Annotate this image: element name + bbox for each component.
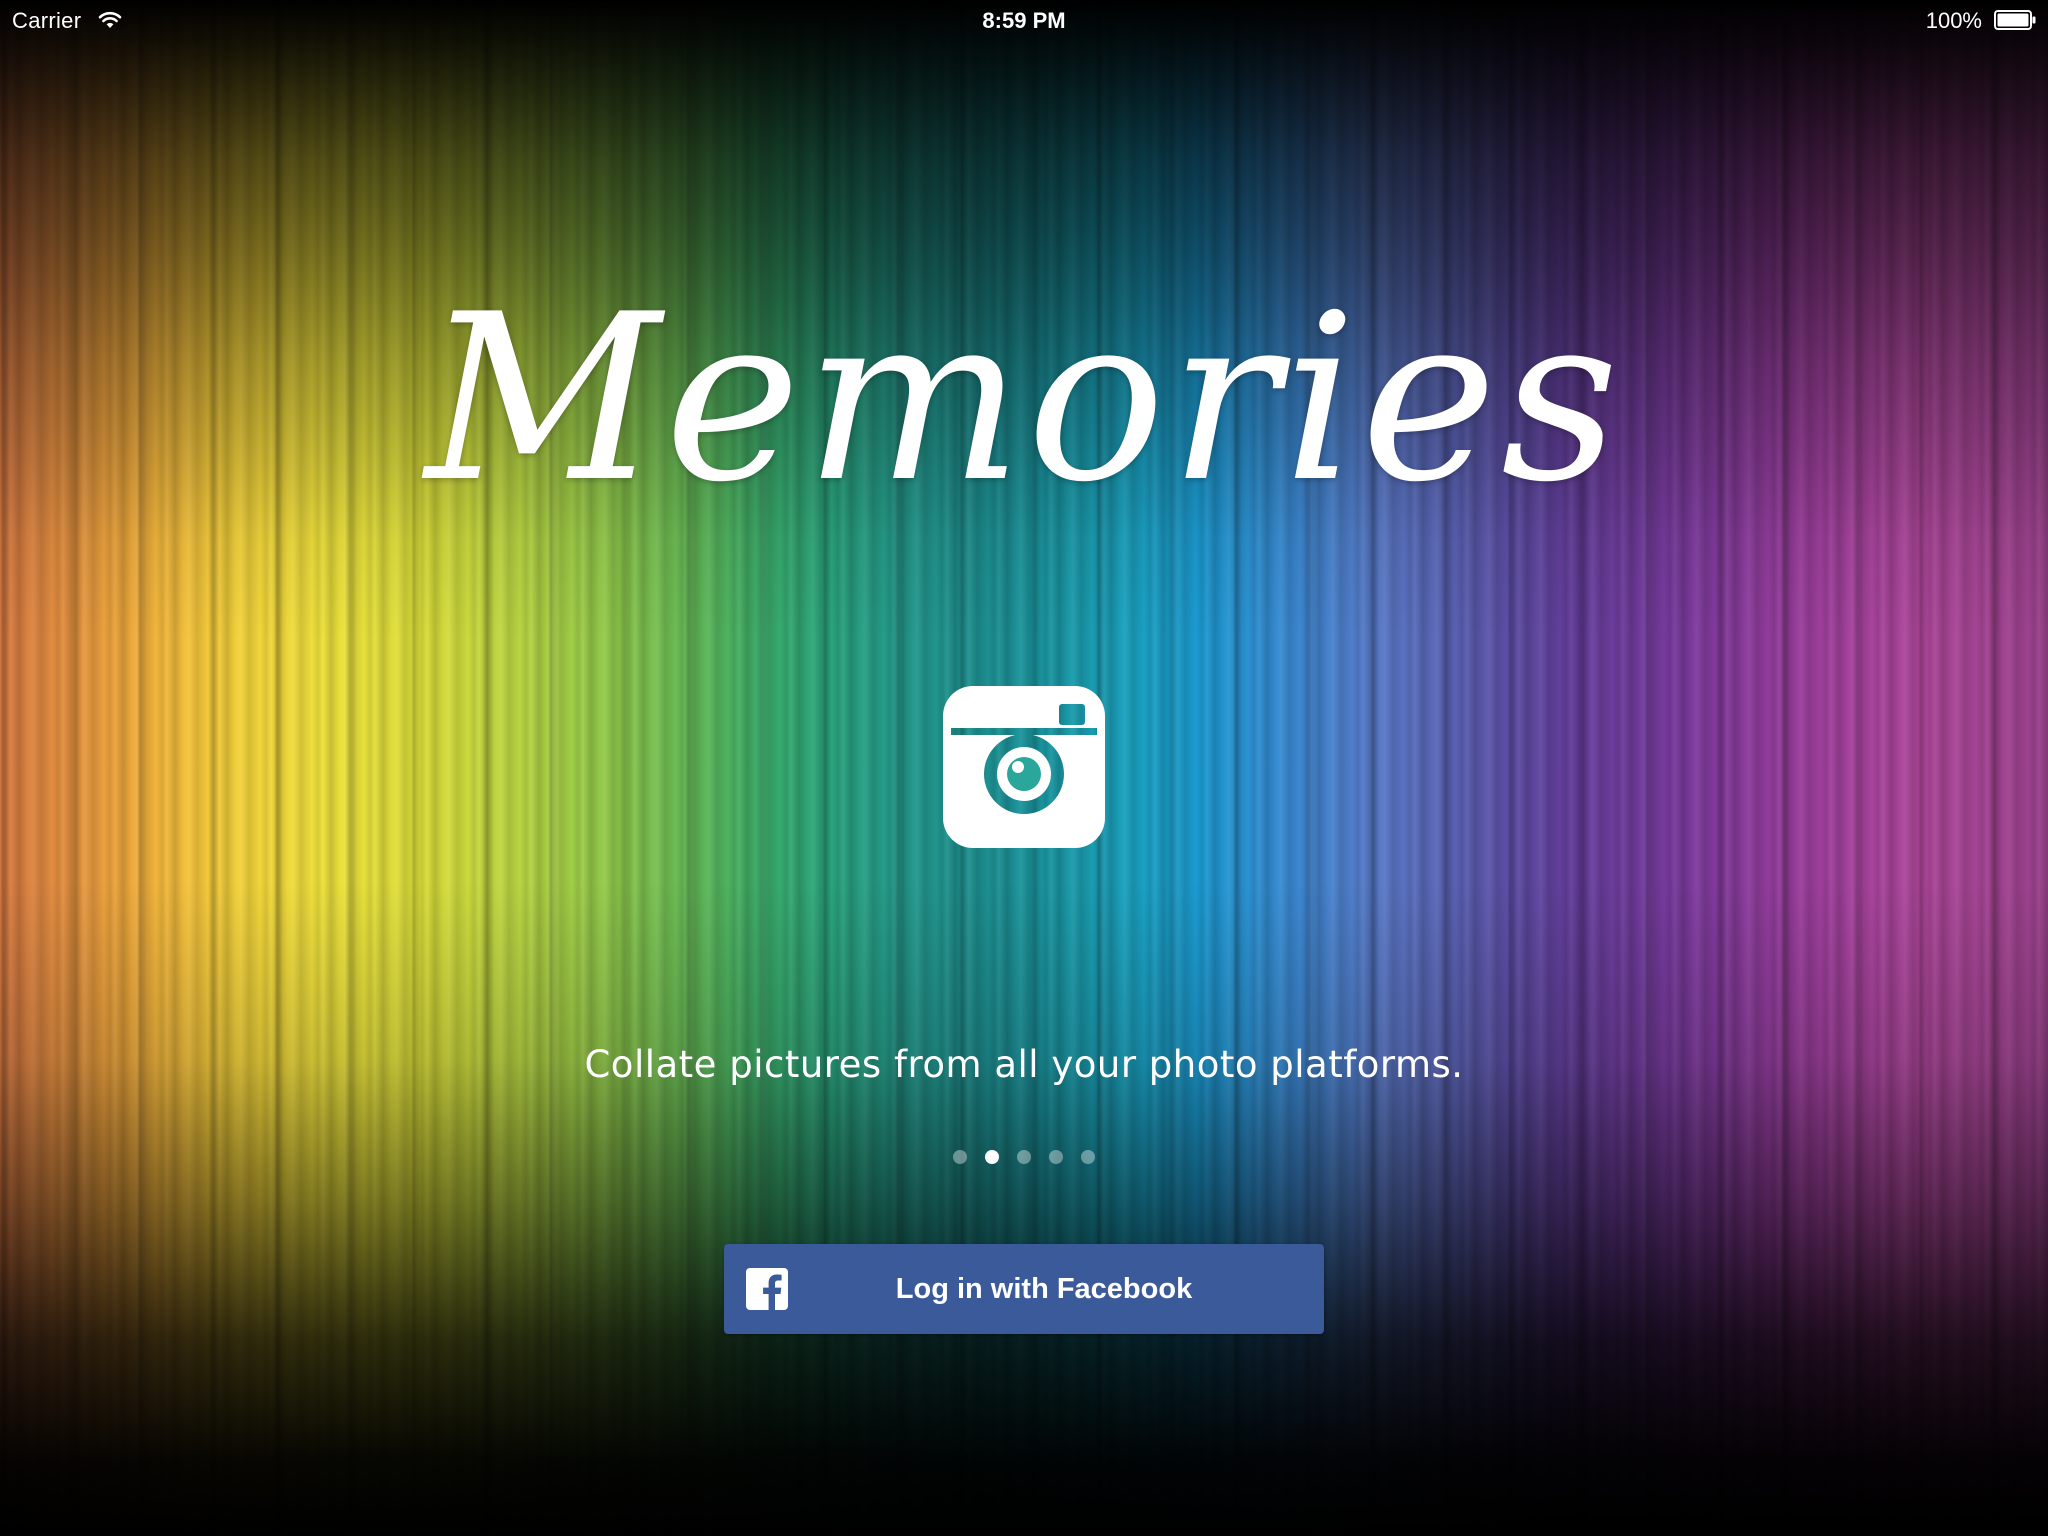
page-dot[interactable] [1081,1150,1095,1164]
camera-icon [943,686,1105,848]
status-bar: Carrier 8:59 PM 100% [0,0,2048,40]
page-dot[interactable] [953,1150,967,1164]
battery-icon [1994,10,2036,30]
app-title: Memories [425,266,1623,533]
onboarding-screen: Carrier 8:59 PM 100% Memories Collate pi… [0,0,2048,1536]
page-control[interactable] [0,1150,2048,1166]
facebook-login-label: Log in with Facebook [895,1273,1193,1305]
status-time: 8:59 PM [982,8,1066,33]
page-dot[interactable] [1017,1150,1031,1164]
feature-tagline: Collate pictures from all your photo pla… [584,1043,1464,1086]
page-dot[interactable] [1049,1150,1063,1164]
page-dot-active[interactable] [985,1150,999,1164]
battery-percentage: 100% [1925,8,1982,33]
facebook-login-button[interactable]: Log in with Facebook [724,1244,1324,1334]
